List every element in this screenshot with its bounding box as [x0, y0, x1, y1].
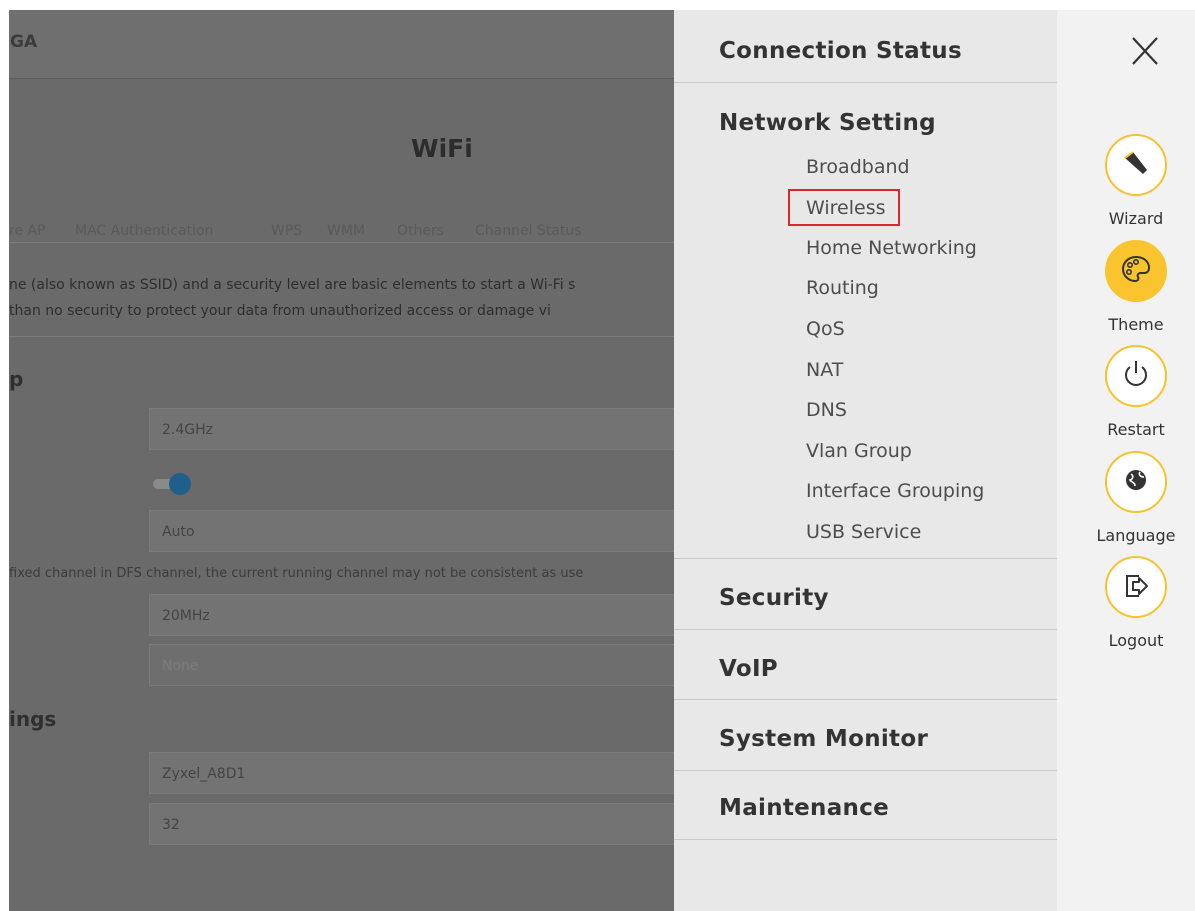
tab-wps[interactable]: WPS: [271, 223, 302, 239]
menu-item-usb-service[interactable]: USB Service: [806, 521, 921, 543]
quick-action-sidebar: Wizard Theme Restart Language Logout: [1057, 10, 1195, 911]
logout-icon: [1119, 568, 1153, 606]
wand-icon: [1119, 146, 1153, 184]
tab-others[interactable]: Others: [397, 223, 444, 239]
menu-security[interactable]: Security: [719, 585, 829, 611]
wizard-button[interactable]: [1105, 134, 1167, 196]
tab-more-ap[interactable]: re AP: [9, 223, 46, 239]
tab-channel-status[interactable]: Channel Status: [475, 223, 582, 239]
menu-divider: [674, 558, 1057, 559]
wifi-enable-toggle[interactable]: [153, 473, 199, 495]
max-clients-input[interactable]: 32: [149, 803, 674, 845]
menu-system-monitor[interactable]: System Monitor: [719, 726, 928, 752]
description-line-2: than no security to protect your data fr…: [9, 303, 551, 319]
menu-divider: [674, 629, 1057, 630]
palette-icon: [1119, 252, 1153, 290]
restart-label: Restart: [1107, 420, 1165, 439]
top-bar: GA: [9, 10, 674, 79]
menu-item-qos[interactable]: QoS: [806, 318, 845, 340]
menu-connection-status[interactable]: Connection Status: [719, 38, 962, 64]
divider: [9, 336, 674, 337]
menu-item-home-networking[interactable]: Home Networking: [806, 237, 977, 259]
menu-maintenance[interactable]: Maintenance: [719, 795, 889, 821]
menu-item-routing[interactable]: Routing: [806, 277, 879, 299]
section-settings-heading: ings: [9, 707, 57, 731]
theme-button[interactable]: [1105, 240, 1167, 302]
navigation-menu: Connection Status Network Setting Broadb…: [674, 10, 1057, 911]
logout-label: Logout: [1108, 631, 1164, 650]
band-select[interactable]: 2.4GHz: [149, 408, 674, 450]
ssid-input[interactable]: Zyxel_A8D1: [149, 752, 674, 794]
menu-item-interface-grouping[interactable]: Interface Grouping: [806, 480, 984, 502]
menu-network-setting[interactable]: Network Setting: [719, 110, 936, 136]
section-setup-heading: p: [9, 367, 24, 391]
tab-mac-authentication[interactable]: MAC Authentication: [75, 223, 213, 239]
bandwidth-select[interactable]: 20MHz: [149, 594, 674, 636]
background-page-overlay: GA WiFi re AP MAC Authentication WPS WMM…: [9, 10, 674, 911]
menu-divider: [674, 82, 1057, 83]
power-icon: [1119, 357, 1153, 395]
menu-item-vlan-group[interactable]: Vlan Group: [806, 440, 912, 462]
menu-item-nat[interactable]: NAT: [806, 359, 843, 381]
menu-item-wireless[interactable]: Wireless: [806, 197, 886, 219]
globe-icon: [1119, 463, 1153, 501]
channel-hint: fixed channel in DFS channel, the curren…: [9, 566, 584, 581]
menu-voip[interactable]: VoIP: [719, 656, 778, 682]
menu-divider: [674, 699, 1057, 700]
language-label: Language: [1096, 526, 1176, 545]
menu-item-dns[interactable]: DNS: [806, 399, 847, 421]
tab-wmm[interactable]: WMM: [327, 223, 365, 239]
disabled-select[interactable]: None: [149, 644, 674, 686]
description-line-1: ne (also known as SSID) and a security l…: [9, 277, 576, 293]
brand-logo-text: GA: [10, 32, 38, 52]
theme-label: Theme: [1108, 315, 1164, 334]
logout-button[interactable]: [1105, 556, 1167, 618]
language-button[interactable]: [1105, 451, 1167, 513]
wifi-tabs: re AP MAC Authentication WPS WMM Others …: [9, 220, 674, 243]
channel-select[interactable]: Auto: [149, 510, 674, 552]
menu-divider: [674, 770, 1057, 771]
page-title: WiFi: [411, 134, 473, 163]
menu-item-broadband[interactable]: Broadband: [806, 156, 910, 178]
menu-divider: [674, 839, 1057, 840]
restart-button[interactable]: [1105, 345, 1167, 407]
close-icon[interactable]: [1127, 34, 1163, 70]
wizard-label: Wizard: [1108, 209, 1164, 228]
